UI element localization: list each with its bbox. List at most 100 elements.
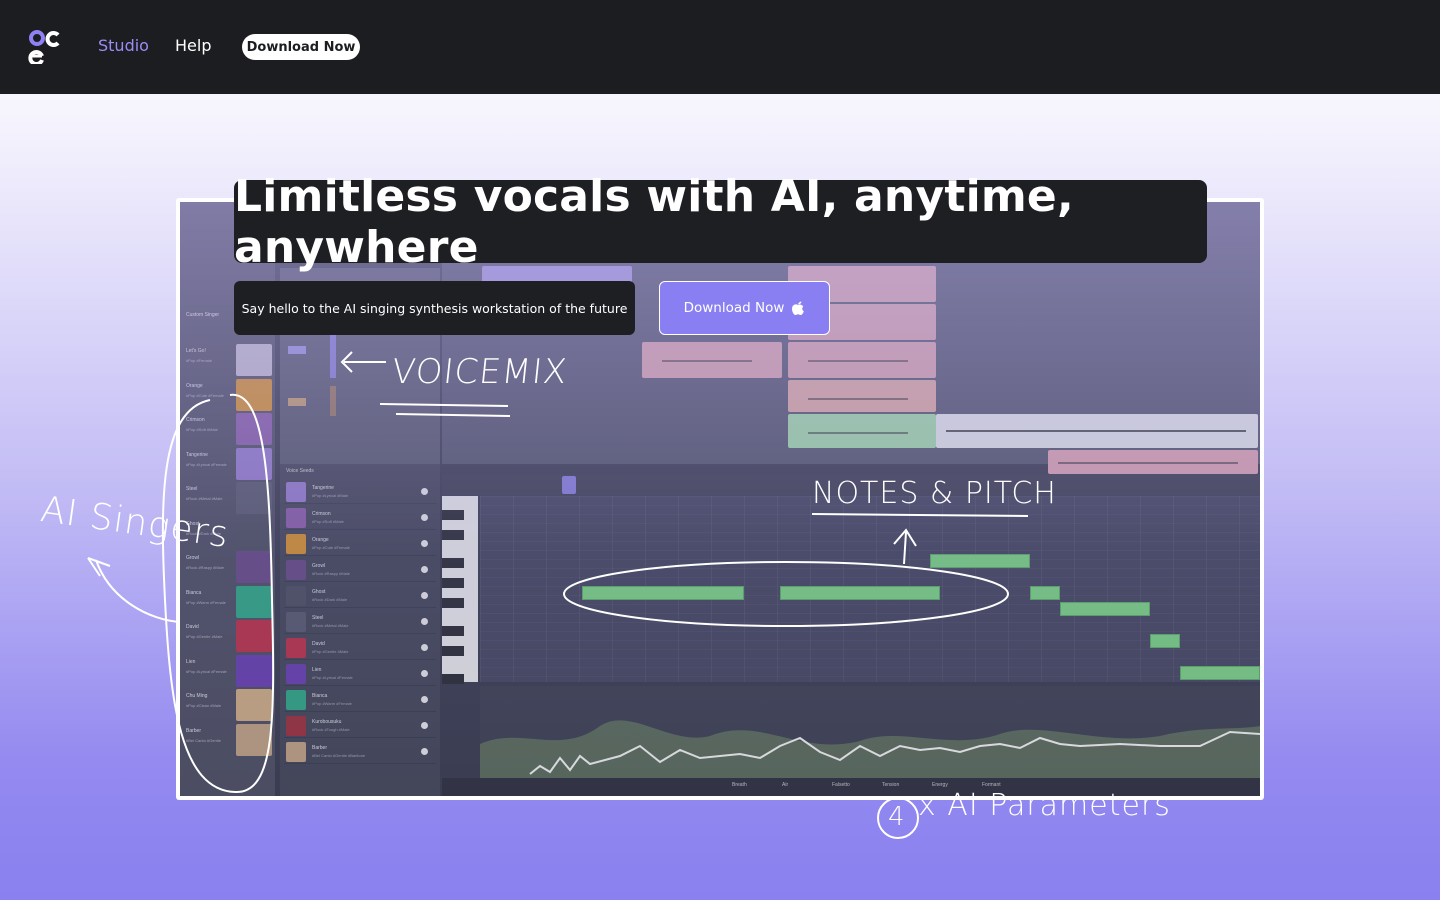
singer-item[interactable]: Crimson #Pop #Soft #Male bbox=[184, 413, 272, 445]
seed-avatar bbox=[286, 742, 306, 762]
seed-avatar bbox=[286, 664, 306, 684]
seed-avatar bbox=[286, 560, 306, 580]
singer-name: David bbox=[186, 624, 199, 630]
voice-seed-item[interactable]: David #Pop #Gentle #Male bbox=[284, 636, 436, 660]
ace-logo-icon[interactable] bbox=[28, 30, 64, 64]
singer-item[interactable]: Bianca #Pop #Warm #Female bbox=[184, 585, 272, 618]
voice-seed-item[interactable]: Bianca #Pop #Warm #Female bbox=[284, 688, 436, 712]
singer-avatar bbox=[236, 689, 272, 721]
seed-tags: #Pop #Soft #Male bbox=[312, 519, 344, 524]
seed-name: Kurobousuku bbox=[312, 719, 342, 725]
voice-seed-item[interactable]: Steel #Rock #Metal #Male bbox=[284, 610, 436, 634]
piano-roll bbox=[480, 496, 1260, 682]
singer-tags: #Pop #Soft #Male bbox=[186, 427, 218, 432]
singer-name: Tangerine bbox=[186, 451, 208, 458]
singer-avatar bbox=[236, 413, 272, 445]
voice-seed-item[interactable]: Barber #Bel Canto #Gentle #Baritone bbox=[284, 740, 436, 764]
param-tab[interactable]: Breath bbox=[732, 782, 747, 788]
singer-avatar bbox=[236, 482, 272, 514]
favorite-icon[interactable] bbox=[421, 748, 428, 755]
singer-item[interactable]: Orange #Pop #Cute #Female bbox=[184, 378, 272, 411]
favorite-icon[interactable] bbox=[421, 592, 428, 599]
singer-name: Bianca bbox=[186, 589, 202, 596]
seed-avatar bbox=[286, 612, 306, 632]
voice-seed-item[interactable]: Kurobousuku #Rock #Tough #Male bbox=[284, 714, 436, 738]
singer-avatar bbox=[236, 551, 272, 583]
seed-avatar bbox=[286, 716, 306, 736]
param-tab[interactable]: Air bbox=[782, 782, 788, 788]
voice-seed-item[interactable]: Tangerine #Pop #Lyrical #Male bbox=[284, 480, 436, 504]
params-number: 4 bbox=[888, 802, 906, 832]
voice-seed-item[interactable]: Lien #Pop #Lyrical #Female bbox=[284, 662, 436, 686]
seed-name: Steel bbox=[312, 615, 324, 621]
hero-title: Limitless vocals with AI, anytime, anywh… bbox=[234, 171, 1207, 273]
favorite-icon[interactable] bbox=[421, 618, 428, 625]
singer-item[interactable]: Tangerine #Pop #Lyrical #Female bbox=[184, 447, 272, 480]
singer-name: Growl bbox=[186, 555, 200, 561]
seed-name: Crimson bbox=[312, 511, 331, 517]
hero-download-button[interactable]: Download Now bbox=[659, 281, 830, 335]
favorite-icon[interactable] bbox=[421, 540, 428, 547]
singer-tags: #Pop #Clean #Male bbox=[186, 703, 222, 708]
seed-tags: #Rock #Dark #Male bbox=[312, 597, 348, 602]
favorite-icon[interactable] bbox=[421, 670, 428, 677]
voice-seed-item[interactable]: Ghost #Rock #Dark #Male bbox=[284, 584, 436, 608]
singer-avatar bbox=[236, 723, 272, 756]
seed-avatar bbox=[286, 690, 306, 710]
favorite-icon[interactable] bbox=[421, 566, 428, 573]
favorite-icon[interactable] bbox=[421, 644, 428, 651]
seed-avatar bbox=[286, 586, 306, 606]
singer-name: Steel bbox=[186, 486, 198, 492]
seed-avatar bbox=[286, 508, 306, 528]
singer-avatar bbox=[236, 447, 272, 480]
singer-avatar bbox=[236, 516, 272, 549]
seed-name: Barber bbox=[312, 745, 328, 751]
parameter-lane bbox=[480, 686, 1260, 778]
singer-item[interactable]: Barber #Bel Canto #Gentle bbox=[184, 723, 272, 756]
hero-download-label: Download Now bbox=[683, 300, 785, 316]
nav-studio-link[interactable]: Studio bbox=[98, 36, 149, 56]
favorite-icon[interactable] bbox=[421, 722, 428, 729]
favorite-icon[interactable] bbox=[421, 514, 428, 521]
singer-name: Chu Ming bbox=[186, 693, 208, 699]
voice-seeds-panel: Voice Seeds Tangerine #Pop #Lyrical #Male… bbox=[280, 464, 440, 796]
seed-tags: #Pop #Cute #Female bbox=[312, 545, 350, 550]
black-key bbox=[442, 626, 464, 636]
singer-item[interactable]: Chu Ming #Pop #Clean #Male bbox=[184, 689, 272, 721]
singer-item[interactable]: Lien #Pop #Lyrical #Female bbox=[184, 654, 272, 687]
nav-help-link[interactable]: Help bbox=[175, 36, 211, 56]
singer-item[interactable]: David #Pop #Gentle #Male bbox=[184, 620, 272, 652]
singer-avatar bbox=[236, 585, 272, 618]
seed-tags: #Pop #Gentle #Male bbox=[312, 649, 349, 654]
singer-avatar bbox=[236, 620, 272, 652]
singer-name: Crimson bbox=[186, 417, 205, 423]
singer-tags: #Pop #Warm #Female bbox=[186, 599, 226, 605]
seed-name: Bianca bbox=[312, 693, 328, 699]
favorite-icon[interactable] bbox=[421, 488, 428, 495]
voice-seed-item[interactable]: Growl #Rock #Raspy #Male bbox=[284, 558, 436, 582]
seed-tags: #Rock #Metal #Male bbox=[312, 623, 349, 628]
param-tab[interactable]: Tension bbox=[882, 782, 899, 788]
seed-tags: #Pop #Lyrical #Male bbox=[312, 493, 349, 498]
singer-avatar bbox=[236, 378, 272, 411]
seed-name: Lien bbox=[312, 667, 322, 673]
seed-name: Ghost bbox=[312, 589, 326, 595]
voicemix-label: VOICEMIX bbox=[389, 352, 570, 392]
favorite-icon[interactable] bbox=[421, 696, 428, 703]
seeds-header: Voice Seeds bbox=[286, 468, 314, 474]
singer-name: Barber bbox=[186, 727, 202, 734]
singer-item[interactable]: Let's Go! #Pop #Female bbox=[184, 344, 272, 376]
singer-tags: #Bel Canto #Gentle bbox=[186, 737, 221, 743]
seed-name: David bbox=[312, 641, 325, 647]
voice-seed-item[interactable]: Orange #Pop #Cute #Female bbox=[284, 532, 436, 556]
seed-avatar bbox=[286, 482, 306, 502]
voice-seed-item[interactable]: Crimson #Pop #Soft #Male bbox=[284, 506, 436, 530]
singer-name: Orange bbox=[186, 382, 203, 389]
singer-tags: #Pop #Female bbox=[186, 358, 213, 363]
singer-item[interactable]: Growl #Rock #Raspy #Male bbox=[184, 551, 272, 583]
singer-item[interactable]: Steel #Rock #Metal #Male bbox=[184, 482, 272, 514]
param-tab[interactable]: Falsetto bbox=[832, 782, 850, 788]
nav-download-button[interactable]: Download Now bbox=[242, 34, 360, 60]
singer-name: Let's Go! bbox=[186, 348, 206, 354]
seed-tags: #Rock #Raspy #Male bbox=[312, 571, 351, 576]
